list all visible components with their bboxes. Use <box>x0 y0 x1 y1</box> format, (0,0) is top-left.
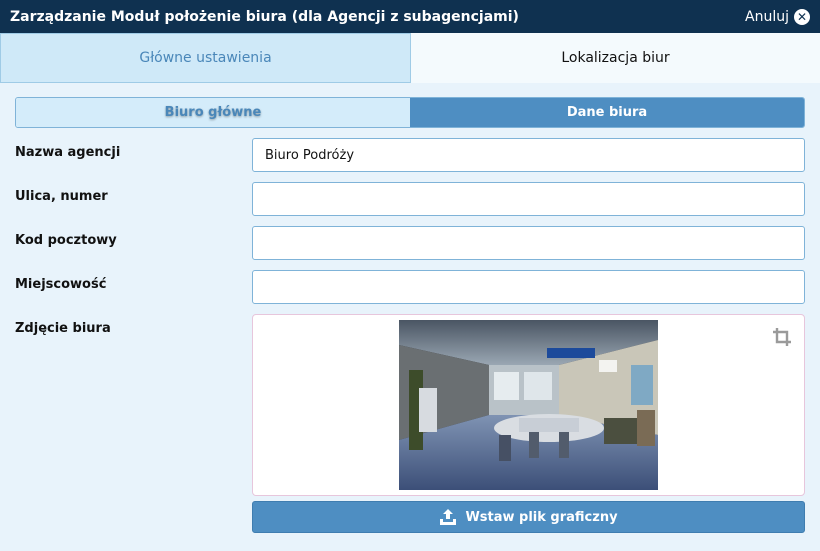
subtab-office-data[interactable]: Dane biura <box>410 98 804 127</box>
dialog-title: Zarządzanie Moduł położenie biura (dla A… <box>10 8 519 25</box>
office-photo-image <box>399 320 658 490</box>
city-label: Miejscowość <box>15 277 107 292</box>
city-input[interactable] <box>252 270 805 304</box>
upload-image-button[interactable]: Wstaw plik graficzny <box>252 501 805 533</box>
cancel-button[interactable]: Anuluj ✕ <box>745 8 810 25</box>
crop-icon[interactable] <box>772 327 792 347</box>
tab-main-settings[interactable]: Główne ustawienia <box>0 33 411 83</box>
upload-icon <box>440 509 457 525</box>
postal-code-input[interactable] <box>252 226 805 260</box>
subtab-main-office[interactable]: Biuro główne <box>16 98 410 127</box>
cancel-label: Anuluj <box>745 8 789 25</box>
sub-tabs: Biuro główne Dane biura <box>15 97 805 128</box>
office-interior-picture <box>399 320 658 490</box>
office-photo-dropzone[interactable] <box>252 314 805 496</box>
agency-name-input[interactable] <box>252 138 805 172</box>
close-circle-icon[interactable]: ✕ <box>794 8 810 25</box>
agency-name-label: Nazwa agencji <box>15 145 121 160</box>
postal-code-label: Kod pocztowy <box>15 233 117 248</box>
office-photo-label: Zdjęcie biura <box>15 321 111 336</box>
dialog-titlebar: Zarządzanie Moduł położenie biura (dla A… <box>0 0 820 33</box>
upload-button-label: Wstaw plik graficzny <box>465 509 618 525</box>
street-input[interactable] <box>252 182 805 216</box>
tab-office-location[interactable]: Lokalizacja biur <box>411 33 820 83</box>
main-tabs: Główne ustawienia Lokalizacja biur <box>0 33 820 83</box>
street-label: Ulica, numer <box>15 189 108 204</box>
